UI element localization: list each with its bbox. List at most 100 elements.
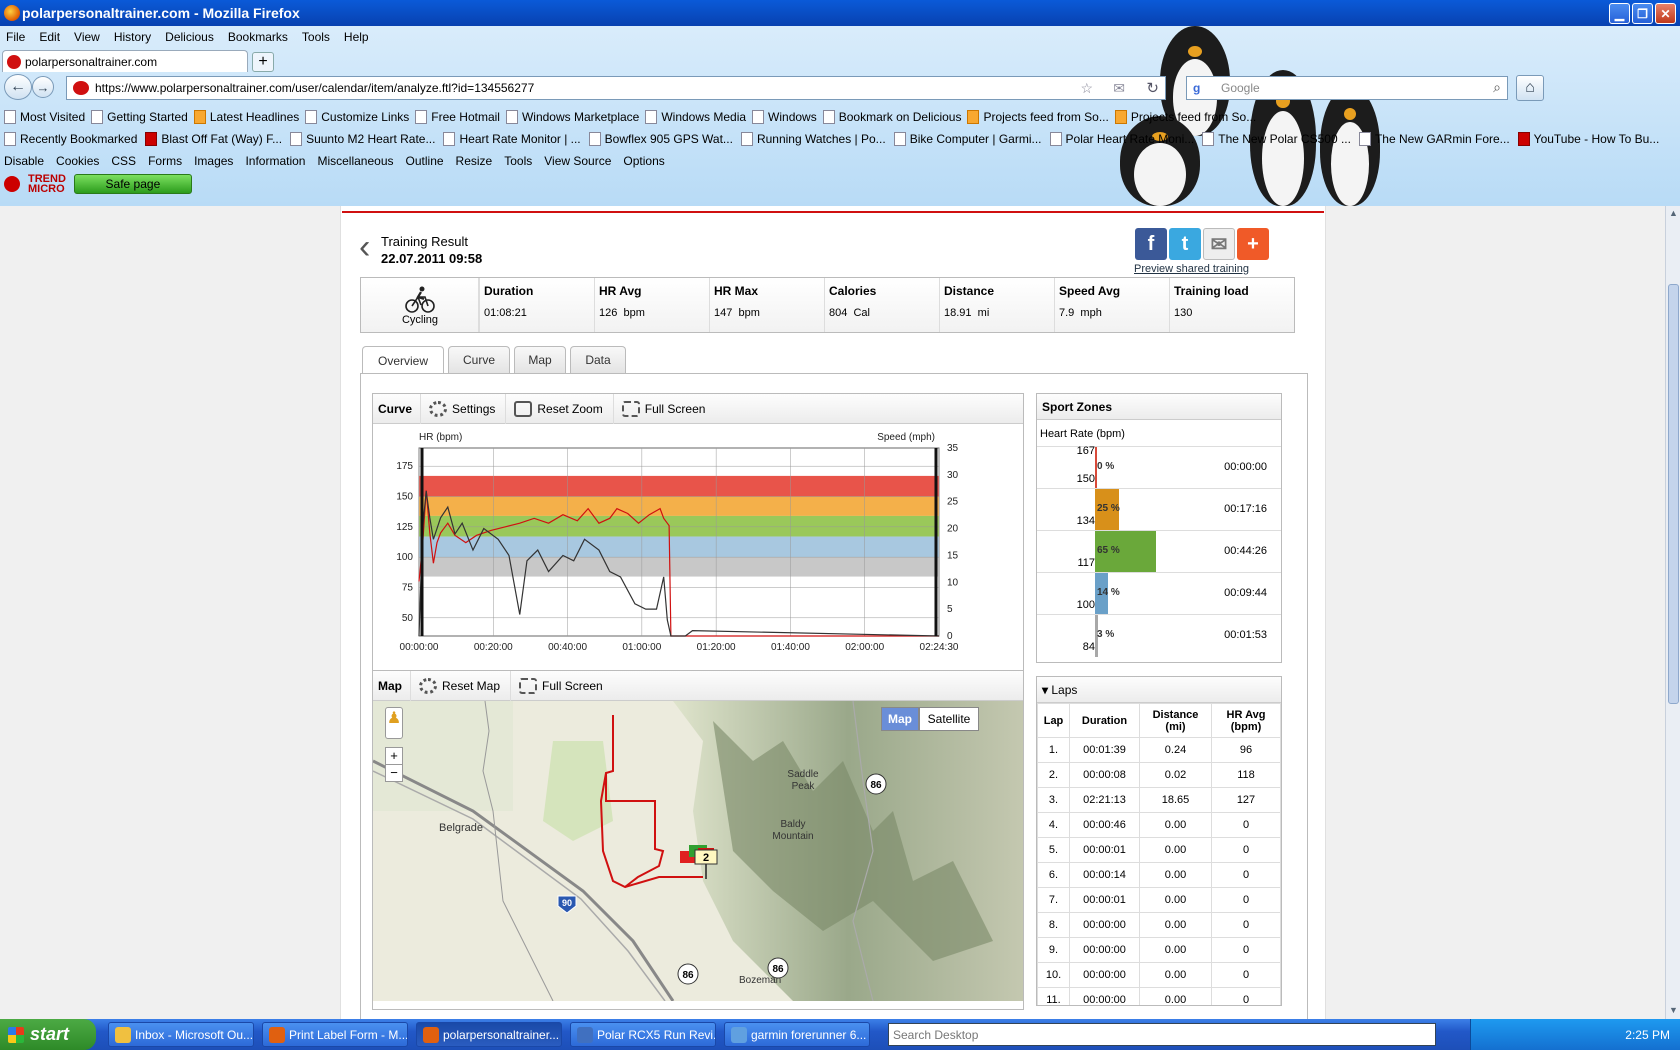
route-map[interactable]: 2 86 86 86 90 Belgrade Saddle Peak Baldy M… (373, 701, 1023, 1001)
bookmark-item[interactable]: Projects feed from So... (1114, 110, 1256, 124)
devbar-cookies[interactable]: Cookies (56, 154, 99, 168)
menu-view[interactable]: View (68, 30, 108, 44)
bookmark-item[interactable]: Bike Computer | Garmi... (893, 132, 1042, 146)
site-identity-icon[interactable] (73, 81, 89, 95)
bookmark-item[interactable]: Blast Off Fat (Way) F... (145, 132, 282, 146)
start-button[interactable]: start (0, 1019, 96, 1050)
bookmark-item[interactable]: Windows (752, 110, 817, 124)
bookmark-item[interactable]: Most Visited (4, 110, 85, 124)
close-button[interactable]: ✕ (1655, 3, 1676, 24)
tab-curve[interactable]: Curve (448, 346, 510, 373)
restore-button[interactable]: ❐ (1632, 3, 1653, 24)
bookmark-item[interactable]: Bowflex 905 GPS Wat... (588, 132, 733, 146)
table-row[interactable]: 3. 02:21:13 18.65 127 (1037, 787, 1281, 813)
devbar-outline[interactable]: Outline (406, 154, 444, 168)
menu-bookmarks[interactable]: Bookmarks (222, 30, 296, 44)
preview-shared-training-link[interactable]: Preview shared training (1134, 263, 1249, 275)
zoom-in-button[interactable]: + (385, 747, 403, 765)
hr-speed-chart[interactable]: 00:00:00 00:20:00 00:40:00 01:00:00 01:20:00… (373, 424, 1023, 680)
zoom-out-button[interactable]: − (385, 764, 403, 782)
tab-map[interactable]: Map (514, 346, 566, 373)
reset-map-button[interactable]: Reset Map (411, 670, 512, 701)
devbar-resize[interactable]: Resize (456, 154, 493, 168)
devbar-options[interactable]: Options (623, 154, 664, 168)
bookmark-item[interactable]: The New GARmin Fore... (1358, 132, 1510, 146)
tab-overview[interactable]: Overview (362, 346, 444, 374)
taskbar-item-polar[interactable]: polarpersonaltrainer... (416, 1022, 562, 1047)
table-row[interactable]: 8. 00:00:00 0.00 0 (1037, 912, 1281, 938)
twitter-share-icon[interactable]: t (1169, 228, 1201, 260)
bookmark-item[interactable]: Windows Marketplace (505, 110, 639, 124)
minimize-button[interactable]: ▁ (1609, 3, 1630, 24)
menu-tools[interactable]: Tools (296, 30, 338, 44)
bookmark-item[interactable]: Free Hotmail (415, 110, 500, 124)
taskbar-item-outlook[interactable]: Inbox - Microsoft Ou... (108, 1022, 254, 1047)
devbar-forms[interactable]: Forms (148, 154, 182, 168)
menu-edit[interactable]: Edit (33, 30, 68, 44)
bookmark-item[interactable]: Windows Media (645, 110, 746, 124)
search-bar[interactable]: g Google ⌕ (1186, 76, 1508, 100)
email-share-icon[interactable]: ✉ (1203, 228, 1235, 260)
bookmark-item[interactable]: Bookmark on Delicious (822, 110, 961, 124)
back-chevron-icon[interactable]: ‹ (359, 230, 370, 264)
menu-history[interactable]: History (108, 30, 159, 44)
devbar-information[interactable]: Information (245, 154, 305, 168)
bookmark-item[interactable]: Suunto M2 Heart Rate... (290, 132, 435, 146)
devbar-tools[interactable]: Tools (504, 154, 532, 168)
menu-help[interactable]: Help (338, 30, 377, 44)
url-bar[interactable]: https://www.polarpersonaltrainer.com/use… (66, 76, 1166, 100)
table-row[interactable]: 6. 00:00:14 0.00 0 (1037, 862, 1281, 888)
browser-tab[interactable]: polarpersonaltrainer.com (2, 50, 248, 72)
bookmark-item[interactable]: The New Polar CS500 ... (1202, 132, 1351, 146)
home-icon[interactable]: ⌂ (1516, 75, 1544, 101)
scroll-down-icon[interactable]: ▼ (1668, 1005, 1679, 1017)
table-row[interactable]: 4. 00:00:46 0.00 0 (1037, 812, 1281, 838)
tab-data[interactable]: Data (570, 346, 626, 373)
devbar-images[interactable]: Images (194, 154, 233, 168)
table-row[interactable]: 5. 00:00:01 0.00 0 (1037, 837, 1281, 863)
menu-file[interactable]: File (0, 30, 33, 44)
desktop-search-input[interactable]: Search Desktop (888, 1023, 1436, 1046)
devbar-miscellaneous[interactable]: Miscellaneous (317, 154, 393, 168)
table-row[interactable]: 9. 00:00:00 0.00 0 (1037, 937, 1281, 963)
reload-icon[interactable]: ↻ (1146, 79, 1159, 97)
bookmark-item[interactable]: Latest Headlines (193, 110, 299, 124)
safe-page-button[interactable]: Safe page (73, 174, 192, 194)
bookmark-star-icon[interactable]: ☆ (1080, 80, 1093, 97)
devbar-css[interactable]: CSS (111, 154, 136, 168)
bookmark-item[interactable]: Projects feed from So... (967, 110, 1109, 124)
search-magnifier-icon[interactable]: ⌕ (1493, 79, 1501, 96)
table-row[interactable]: 2. 00:00:08 0.02 118 (1037, 762, 1281, 788)
bookmark-item[interactable]: Heart Rate Monitor | ... (443, 132, 581, 146)
taskbar-item-garmin[interactable]: garmin forerunner 6... (724, 1022, 870, 1047)
taskbar-item-print-label[interactable]: Print Label Form - M... (262, 1022, 408, 1047)
reset-zoom-button[interactable]: Reset Zoom (506, 393, 614, 424)
mail-icon[interactable]: ✉ (1113, 80, 1125, 97)
devbar-disable[interactable]: Disable (4, 154, 44, 168)
bookmark-item[interactable]: Getting Started (91, 110, 188, 124)
bookmark-item[interactable]: Running Watches | Po... (740, 132, 886, 146)
bookmark-item[interactable]: Customize Links (305, 110, 409, 124)
table-row[interactable]: 10. 00:00:00 0.00 0 (1037, 962, 1281, 988)
scrollbar-thumb[interactable] (1668, 284, 1679, 704)
table-row[interactable]: 7. 00:00:01 0.00 0 (1037, 887, 1281, 913)
bookmark-item[interactable]: Recently Bookmarked (4, 132, 137, 146)
settings-button[interactable]: Settings (421, 393, 507, 424)
taskbar-item-polar-review[interactable]: Polar RCX5 Run Revi... (570, 1022, 716, 1047)
laps-toggle[interactable]: ▾ Laps (1037, 677, 1085, 703)
facebook-share-icon[interactable]: f (1135, 228, 1167, 260)
menu-delicious[interactable]: Delicious (159, 30, 222, 44)
devbar-view-source[interactable]: View Source (544, 154, 611, 168)
map-type-map-button[interactable]: Map (881, 707, 919, 731)
new-tab-button[interactable]: + (252, 52, 274, 72)
back-button[interactable]: ← (4, 74, 32, 100)
table-row[interactable]: 11. 00:00:00 0.00 0 (1037, 987, 1281, 1005)
street-view-pegman-icon[interactable]: ♟ (385, 707, 403, 739)
bookmark-item[interactable]: Polar Heart Rate Moni... (1049, 132, 1194, 146)
map-type-satellite-button[interactable]: Satellite (919, 707, 979, 731)
forward-button[interactable]: → (32, 76, 54, 98)
table-row[interactable]: 1. 00:01:39 0.24 96 (1037, 737, 1281, 763)
curve-full-screen-button[interactable]: Full Screen (614, 394, 716, 424)
vertical-scrollbar[interactable]: ▲ ▼ (1665, 206, 1680, 1019)
scroll-up-icon[interactable]: ▲ (1668, 208, 1679, 220)
